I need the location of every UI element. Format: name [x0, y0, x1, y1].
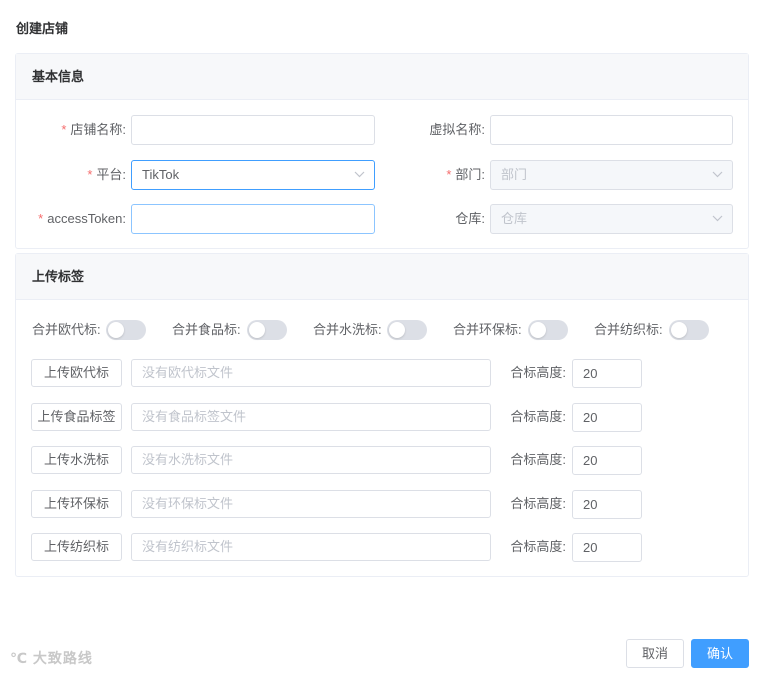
warehouse-label: 仓库: [455, 211, 485, 226]
watermark: ℃ 大致路线 [10, 648, 93, 668]
warehouse-select[interactable]: 仓库 [490, 204, 733, 234]
switch-label-food: 合并食品标: [172, 322, 241, 337]
eu-height-input[interactable]: 20 [572, 359, 642, 388]
merge-textile-switch[interactable] [669, 320, 709, 340]
merge-wash-switch[interactable] [387, 320, 427, 340]
merge-eu-switch[interactable] [106, 320, 146, 340]
cancel-button[interactable]: 取消 [626, 639, 684, 668]
upload-eu-button[interactable]: 上传欧代标 [31, 359, 122, 387]
eu-file-field: 没有欧代标文件 [131, 359, 491, 387]
switch-label-eco: 合并环保标: [453, 322, 522, 337]
virtual-name-input[interactable] [490, 115, 733, 145]
height-label: 合标高度: [510, 539, 566, 554]
department-label: * 部门: [446, 167, 485, 182]
eco-file-field: 没有环保标文件 [131, 490, 491, 518]
chevron-down-icon [712, 205, 723, 222]
height-label: 合标高度: [510, 452, 566, 467]
store-name-label: * 店铺名称: [61, 122, 126, 137]
eco-height-input[interactable]: 20 [572, 490, 642, 519]
height-label: 合标高度: [510, 409, 566, 424]
switch-knob [530, 322, 546, 338]
switch-knob [389, 322, 405, 338]
access-token-input[interactable] [131, 204, 375, 234]
platform-value: TikTok [142, 167, 180, 182]
height-label: 合标高度: [510, 496, 566, 511]
switch-label-textile: 合并纺织标: [594, 322, 663, 337]
basic-info-header: 基本信息 [16, 54, 748, 100]
textile-height-input[interactable]: 20 [572, 533, 642, 562]
food-height-input[interactable]: 20 [572, 403, 642, 432]
upload-textile-button[interactable]: 上传纺织标 [31, 533, 122, 561]
merge-food-switch[interactable] [247, 320, 287, 340]
upload-labels-header: 上传标签 [16, 254, 748, 300]
wash-height-input[interactable]: 20 [572, 446, 642, 475]
merge-eco-switch[interactable] [528, 320, 568, 340]
department-select[interactable]: 部门 [490, 160, 733, 190]
height-label: 合标高度: [510, 365, 566, 380]
dialog-title: 创建店铺 [16, 21, 69, 36]
chevron-down-icon [354, 161, 365, 178]
switch-knob [108, 322, 124, 338]
wash-file-field: 没有水洗标文件 [131, 446, 491, 474]
chevron-down-icon [712, 161, 723, 178]
confirm-button[interactable]: 确认 [691, 639, 749, 668]
access-token-label: * accessToken: [38, 211, 126, 226]
platform-label: * 平台: [87, 167, 126, 182]
virtual-name-label: 虚拟名称: [429, 122, 485, 137]
switch-knob [671, 322, 687, 338]
watermark-logo-icon: ℃ [10, 650, 28, 666]
department-placeholder: 部门 [501, 167, 528, 182]
warehouse-placeholder: 仓库 [501, 211, 528, 226]
textile-file-field: 没有纺织标文件 [131, 533, 491, 561]
upload-wash-button[interactable]: 上传水洗标 [31, 446, 122, 474]
food-file-field: 没有食品标签文件 [131, 403, 491, 431]
upload-food-button[interactable]: 上传食品标签 [31, 403, 122, 431]
platform-select[interactable]: TikTok [131, 160, 375, 190]
upload-eco-button[interactable]: 上传环保标 [31, 490, 122, 518]
switch-label-eu: 合并欧代标: [32, 322, 101, 337]
store-name-input[interactable] [131, 115, 375, 145]
switch-knob [249, 322, 265, 338]
watermark-text: 大致路线 [32, 650, 93, 666]
switch-label-wash: 合并水洗标: [313, 322, 382, 337]
